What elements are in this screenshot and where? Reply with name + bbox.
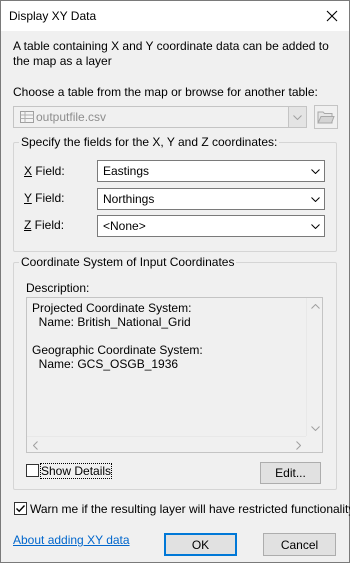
window-title: Display XY Data — [9, 9, 97, 23]
edit-button-label: Edit... — [275, 466, 306, 480]
warn-label[interactable]: Warn me if the resulting layer will have… — [30, 502, 350, 516]
coordinate-system-legend: Coordinate System of Input Coordinates — [19, 255, 237, 269]
cancel-button-label: Cancel — [280, 537, 319, 552]
show-details-checkbox[interactable] — [26, 464, 39, 477]
scroll-right-icon[interactable] — [290, 437, 306, 453]
y-field-label: Y Field: — [24, 191, 65, 205]
title-bar: Display XY Data — [1, 1, 349, 31]
z-field-select[interactable]: <None> — [97, 215, 325, 237]
scroll-corner — [306, 436, 322, 452]
close-button[interactable] — [315, 1, 349, 31]
y-field-select[interactable]: Northings — [97, 188, 325, 210]
z-field-label: Z Field: — [24, 218, 65, 232]
ok-button-label: OK — [191, 537, 210, 552]
table-select-value: outputfile.csv — [36, 110, 107, 124]
table-select[interactable]: outputfile.csv — [13, 106, 307, 128]
show-details-label[interactable]: Show Details — [39, 463, 113, 479]
x-field-value: Eastings — [103, 164, 150, 178]
open-folder-icon — [317, 111, 335, 123]
description-text: Projected Coordinate System: Name: Briti… — [32, 301, 203, 371]
vertical-scrollbar[interactable] — [306, 298, 322, 436]
x-field-label: X Field: — [24, 164, 65, 178]
warn-checkbox[interactable] — [14, 502, 27, 515]
browse-table-button[interactable] — [314, 105, 338, 129]
about-xy-data-link[interactable]: About adding XY data — [13, 533, 130, 547]
z-field-value: <None> — [103, 219, 146, 233]
table-chooser-label: Choose a table from the map or browse fo… — [13, 85, 318, 99]
cancel-button[interactable]: Cancel — [263, 533, 336, 556]
description-box: Projected Coordinate System: Name: Briti… — [26, 297, 323, 453]
description-label: Description: — [26, 281, 90, 295]
scroll-down-icon[interactable] — [307, 420, 323, 436]
chevron-down-icon — [288, 107, 306, 127]
close-icon — [326, 10, 338, 22]
chevron-down-icon — [306, 216, 324, 236]
checkmark-icon — [16, 505, 26, 513]
scroll-left-icon[interactable] — [27, 437, 43, 453]
x-field-select[interactable]: Eastings — [97, 160, 325, 182]
edit-button[interactable]: Edit... — [260, 462, 321, 484]
chevron-down-icon — [306, 161, 324, 181]
table-icon — [20, 111, 34, 123]
fields-group-legend: Specify the fields for the X, Y and Z co… — [19, 135, 280, 149]
y-field-value: Northings — [103, 192, 155, 206]
display-xy-data-dialog: Display XY Data A table containing X and… — [0, 0, 350, 563]
chevron-down-icon — [306, 189, 324, 209]
horizontal-scrollbar[interactable] — [27, 436, 306, 452]
ok-button[interactable]: OK — [164, 533, 237, 556]
intro-text: A table containing X and Y coordinate da… — [13, 39, 329, 68]
scroll-up-icon[interactable] — [307, 298, 323, 314]
